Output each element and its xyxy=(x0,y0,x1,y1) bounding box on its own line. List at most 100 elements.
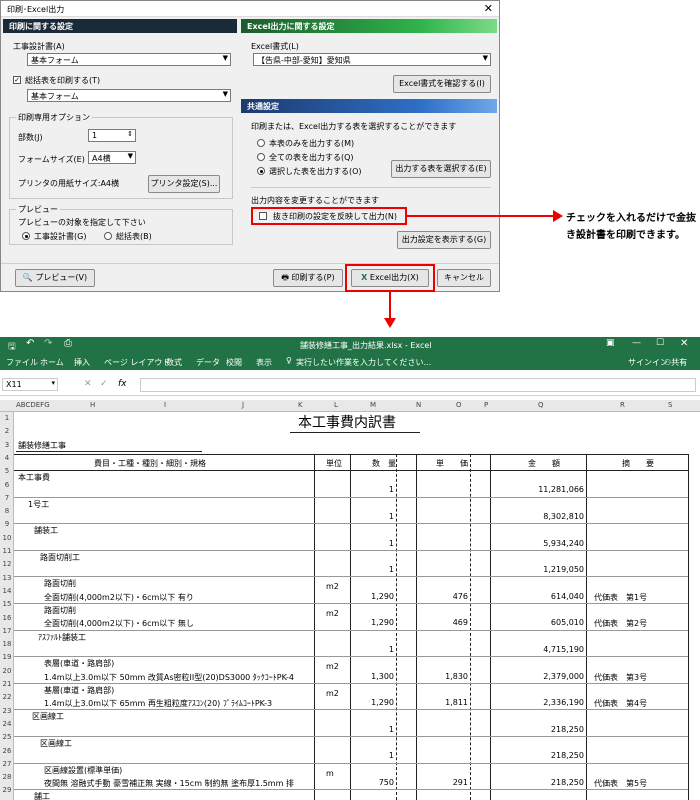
col-header[interactable]: K xyxy=(298,401,303,409)
row-number[interactable]: 11 xyxy=(0,547,14,555)
header-price: 単 価 xyxy=(436,459,468,468)
row-number[interactable]: 15 xyxy=(0,600,14,608)
form-size-select[interactable]: A4横 ▼ xyxy=(88,151,136,164)
excel-format-select[interactable]: 【告県-中部-愛知】愛知県 ▼ xyxy=(253,53,491,66)
cancel-button[interactable]: キャンセル xyxy=(437,269,491,287)
tab-data[interactable]: データ xyxy=(196,357,220,368)
save-icon[interactable]: 🖫 xyxy=(8,339,16,355)
select-tables-button[interactable]: 出力する表を選択する(E) xyxy=(391,160,491,178)
row-number[interactable]: 25 xyxy=(0,733,14,741)
confirm-excel-format-button[interactable]: Excel書式を確認する(I) xyxy=(393,75,491,93)
tab-view[interactable]: 表示 xyxy=(256,357,272,368)
print-button[interactable]: 🖶 印刷する(P) xyxy=(273,269,343,287)
close-icon[interactable]: ✕ xyxy=(680,338,688,349)
col-header[interactable]: L xyxy=(334,401,338,409)
row-number[interactable]: 28 xyxy=(0,773,14,781)
row-number[interactable]: 1 xyxy=(0,414,14,422)
col-header[interactable]: O xyxy=(456,401,462,409)
row-number[interactable]: 21 xyxy=(0,680,14,688)
col-header[interactable]: S xyxy=(668,401,672,409)
row-number[interactable]: 17 xyxy=(0,627,14,635)
row-number[interactable]: 6 xyxy=(0,481,14,489)
item-note: 代価表 第3号 xyxy=(594,672,648,682)
item-qty: 750 xyxy=(378,777,394,787)
row-number[interactable]: 16 xyxy=(0,614,14,622)
row-number[interactable]: 4 xyxy=(0,454,14,462)
row-number[interactable]: 14 xyxy=(0,587,14,595)
row-headers: 1 2 3 4 5 6 7 8 9 10 11 12 13 14 15 16 17 18 19 20 21 22 23 24 2… xyxy=(0,412,14,800)
preview-button[interactable]: 🔍 プレビュー(V) xyxy=(15,269,95,287)
row-number[interactable]: 12 xyxy=(0,560,14,568)
formula-input[interactable] xyxy=(140,378,696,392)
ribbon-display-icon[interactable]: ▣ xyxy=(606,338,615,348)
row-border xyxy=(14,682,688,684)
col-header[interactable]: I xyxy=(164,401,166,409)
col-header[interactable]: P xyxy=(484,401,488,409)
radio-design-doc[interactable] xyxy=(22,232,30,240)
cancel-icon[interactable]: ✕ xyxy=(84,379,92,389)
radio-all[interactable] xyxy=(257,153,265,161)
tab-review[interactable]: 校閲 xyxy=(226,357,242,368)
row-number[interactable]: 8 xyxy=(0,507,14,515)
row-number[interactable]: 5 xyxy=(0,467,14,475)
row-border xyxy=(14,789,688,791)
close-icon[interactable]: ✕ xyxy=(484,2,493,15)
row-number[interactable]: 23 xyxy=(0,707,14,715)
row-number[interactable]: 10 xyxy=(0,534,14,542)
name-box[interactable]: X11 ▾ xyxy=(2,378,58,391)
enter-icon[interactable]: ✓ xyxy=(100,379,108,389)
col-header[interactable]: H xyxy=(90,401,95,409)
row-number[interactable]: 22 xyxy=(0,693,14,701)
col-header[interactable]: J xyxy=(242,401,244,409)
tab-insert[interactable]: 挿入 xyxy=(74,357,90,368)
col-header[interactable]: ABCDEFG xyxy=(16,401,50,409)
summary-checkbox[interactable]: ✓ xyxy=(13,76,21,84)
row-number[interactable]: 19 xyxy=(0,653,14,661)
redo-icon[interactable]: ↷ xyxy=(44,338,52,349)
share-button[interactable]: ⚇共有 xyxy=(664,357,687,368)
radio-summary[interactable] xyxy=(104,232,112,240)
excel-output-button[interactable]: X Excel出力(X) xyxy=(351,269,429,287)
radio-selected[interactable] xyxy=(257,167,265,175)
tab-page-layout[interactable]: ページ レイアウト xyxy=(104,357,170,368)
row-number[interactable]: 2 xyxy=(0,427,14,435)
maximize-icon[interactable]: ☐ xyxy=(656,338,664,348)
item-note: 代価表 第1号 xyxy=(594,592,648,602)
col-header[interactable]: Q xyxy=(538,401,544,409)
design-doc-select[interactable]: 基本フォーム ▼ xyxy=(27,53,231,66)
row-number[interactable]: 18 xyxy=(0,640,14,648)
print-preview-icon[interactable]: ⎙ xyxy=(64,338,72,349)
show-output-settings-button[interactable]: 出力設定を表示する(G) xyxy=(397,231,491,249)
lightbulb-icon: ♀ xyxy=(286,356,292,365)
row-number[interactable]: 24 xyxy=(0,720,14,728)
tell-me-input[interactable]: 実行したい作業を入力してください... xyxy=(296,357,431,368)
row-number[interactable]: 29 xyxy=(0,786,14,794)
copies-stepper[interactable]: 1 ⇕ xyxy=(88,129,136,142)
undo-icon[interactable]: ↶ xyxy=(26,338,34,349)
item-label: 区画線工 xyxy=(40,739,72,748)
signin-link[interactable]: サインイン xyxy=(628,357,668,368)
radio-main-only[interactable] xyxy=(257,139,265,147)
header-unit: 単位 xyxy=(326,459,342,468)
row-number[interactable]: 9 xyxy=(0,520,14,528)
printer-settings-button[interactable]: プリンタ設定(S)... xyxy=(148,175,220,193)
row-number[interactable]: 20 xyxy=(0,667,14,675)
tab-file[interactable]: ファイル xyxy=(6,357,38,368)
tab-formulas[interactable]: 数式 xyxy=(166,357,182,368)
col-header[interactable]: M xyxy=(370,401,376,409)
tab-home[interactable]: ホーム xyxy=(40,357,64,368)
col-header[interactable]: R xyxy=(620,401,625,409)
excel-window-title: 舗装修繕工事_出力結果.xlsx - Excel xyxy=(300,341,432,350)
row-number[interactable]: 7 xyxy=(0,494,14,502)
row-number[interactable]: 27 xyxy=(0,760,14,768)
summary-select[interactable]: 基本フォーム ▼ xyxy=(27,89,231,102)
row-number[interactable]: 13 xyxy=(0,574,14,582)
item-label: 基層(車道・路肩部) xyxy=(44,685,115,695)
row-number[interactable]: 26 xyxy=(0,747,14,755)
minimize-icon[interactable]: — xyxy=(632,338,641,348)
col-header[interactable]: N xyxy=(416,401,421,409)
item-label: 路面切削 xyxy=(44,606,76,615)
function-icon[interactable]: fx xyxy=(118,379,127,389)
deduct-print-checkbox[interactable] xyxy=(259,212,267,220)
row-number[interactable]: 3 xyxy=(0,441,14,449)
